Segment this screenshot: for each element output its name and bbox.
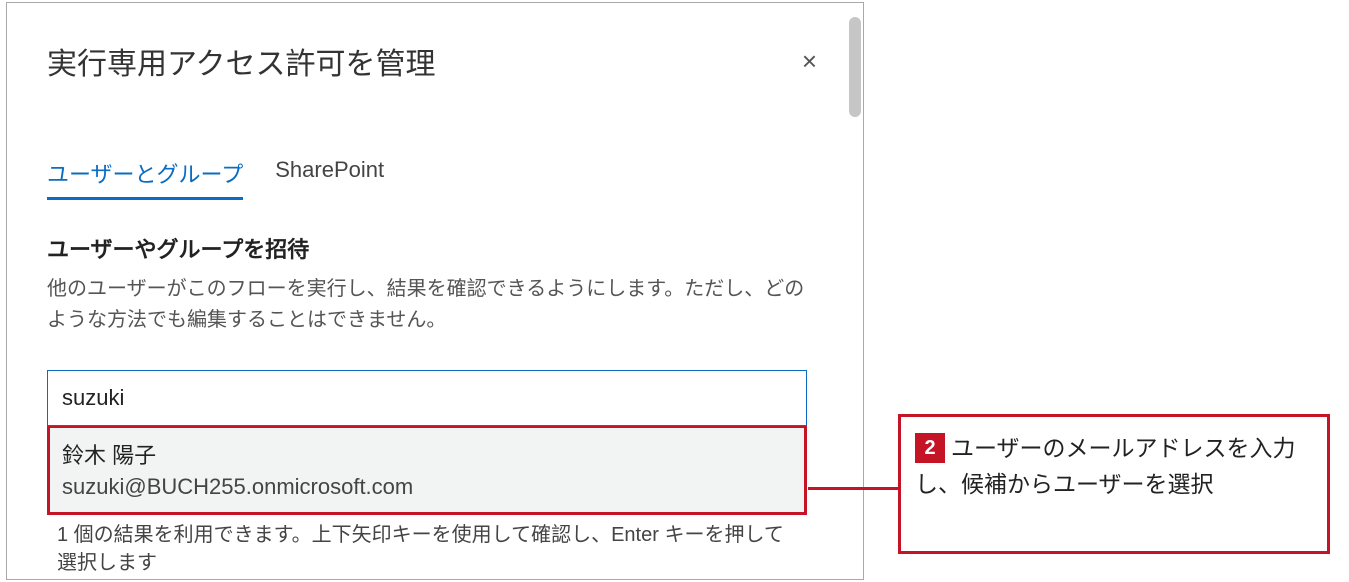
step-badge: 2: [915, 433, 945, 463]
suggestion-name: 鈴木 陽子: [62, 438, 792, 470]
vertical-scrollbar[interactable]: [849, 17, 861, 117]
invite-heading: ユーザーやグループを招待: [47, 232, 823, 264]
dialog-title: 実行専用アクセス許可を管理: [47, 39, 436, 83]
instruction-callout: 2ユーザーのメールアドレスを入力し、候補からユーザーを選択: [898, 414, 1330, 554]
instruction-text: ユーザーのメールアドレスを入力し、候補からユーザーを選択: [915, 435, 1296, 497]
callout-connector: [808, 487, 898, 490]
manage-run-only-permissions-dialog: 実行専用アクセス許可を管理 × ユーザーとグループ SharePoint ユーザ…: [6, 2, 864, 580]
suggestion-email: suzuki@BUCH255.onmicrosoft.com: [62, 474, 792, 500]
user-search-input[interactable]: [47, 370, 807, 426]
tab-users-and-groups[interactable]: ユーザーとグループ: [47, 157, 243, 200]
tab-sharepoint[interactable]: SharePoint: [275, 157, 384, 200]
close-icon[interactable]: ×: [796, 44, 823, 78]
invite-description: 他のユーザーがこのフローを実行し、結果を確認できるようにします。ただし、どのよう…: [47, 274, 823, 336]
tabs: ユーザーとグループ SharePoint: [47, 157, 823, 202]
results-hint: 1 個の結果を利用できます。上下矢印キーを使用して確認し、Enter キーを押し…: [47, 515, 807, 577]
dialog-header: 実行専用アクセス許可を管理 ×: [47, 39, 823, 83]
user-suggestion-item[interactable]: 鈴木 陽子 suzuki@BUCH255.onmicrosoft.com: [47, 425, 807, 515]
